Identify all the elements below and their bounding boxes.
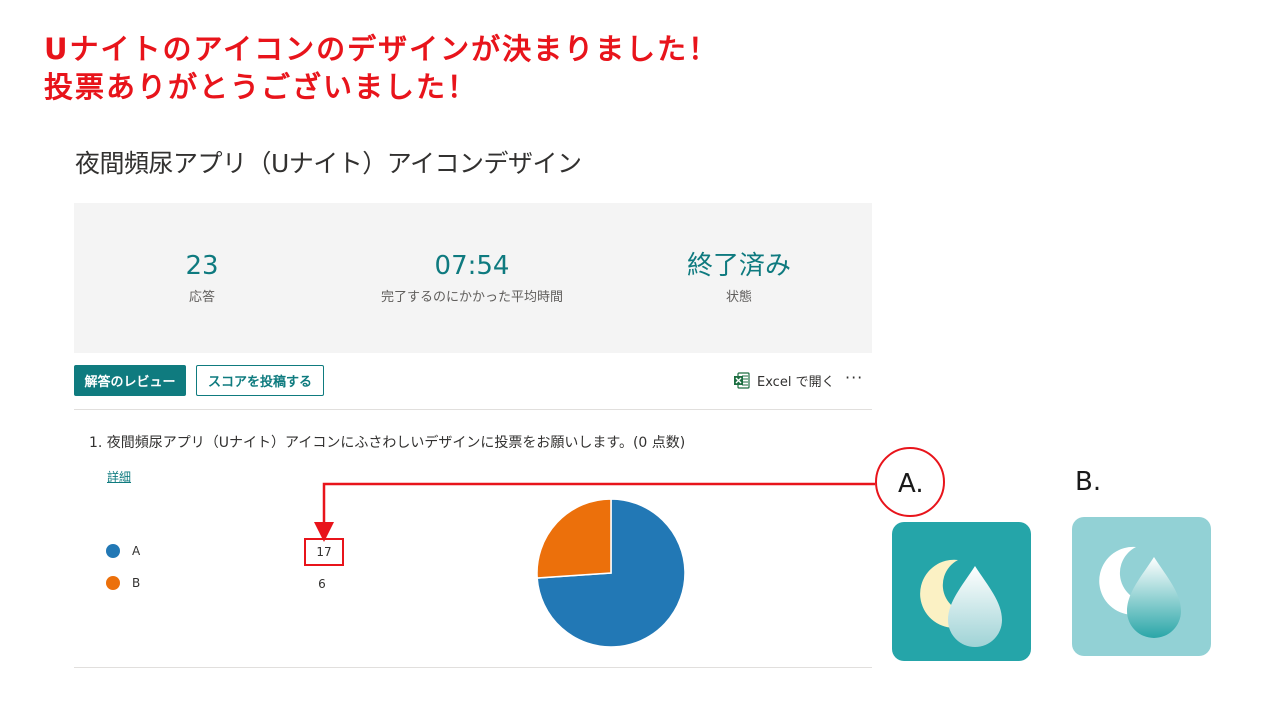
legend-dot-a xyxy=(106,544,120,558)
more-options-icon[interactable]: ··· xyxy=(845,368,863,387)
avg-time-label: 完了するのにかかった平均時間 xyxy=(380,290,563,305)
legend-dot-b xyxy=(106,576,120,590)
status-label: 状態 xyxy=(725,290,752,305)
excel-label: Excel で開く xyxy=(757,375,835,390)
divider-top xyxy=(74,409,872,410)
count-b: 6 xyxy=(318,577,326,591)
legend-label-b: B xyxy=(132,576,141,590)
app-icon-a xyxy=(892,522,1031,661)
divider-bottom xyxy=(74,667,872,668)
summary-panel: 23 応答 07:54 完了するのにかかった平均時間 終了済み 状態 xyxy=(74,203,872,353)
announcement-line-1: Uナイトのアイコンのデザインが決まりました！ xyxy=(44,32,720,66)
excel-icon xyxy=(733,372,750,389)
post-score-button[interactable]: スコアを投稿する xyxy=(196,365,324,396)
option-a-label: A. xyxy=(898,469,924,499)
option-b-label: B. xyxy=(1075,467,1102,497)
pie-slice-b[interactable] xyxy=(536,498,612,579)
page-title: 夜間頻尿アプリ（Uナイト）アイコンデザイン xyxy=(75,149,582,178)
highlight-box xyxy=(304,538,344,566)
status-value: 終了済み xyxy=(686,251,791,281)
question-text: 1. 夜間頻尿アプリ（Uナイト）アイコンにふさわしいデザインに投票をお願いします… xyxy=(89,435,686,451)
moon-drop-icon xyxy=(920,559,1002,647)
announcement: Uナイトのアイコンのデザインが決まりました！ 投票ありがとうございました！ xyxy=(44,30,719,106)
responses-stat: 23 応答 xyxy=(152,248,252,305)
avg-time-value: 07:54 xyxy=(434,251,510,281)
responses-label: 応答 xyxy=(188,290,215,305)
legend-item-b: B xyxy=(106,576,140,590)
details-link[interactable]: 詳細 xyxy=(107,468,131,485)
open-in-excel-button[interactable]: Excel で開く xyxy=(733,371,835,390)
announcement-line-2: 投票ありがとうございました！ xyxy=(44,70,479,104)
avg-time-stat: 07:54 完了するのにかかった平均時間 xyxy=(362,248,582,305)
moon-drop-icon xyxy=(1099,546,1181,638)
responses-count: 23 xyxy=(185,251,219,281)
legend-item-a: A xyxy=(106,544,140,558)
legend-label-a: A xyxy=(132,544,141,558)
pie-chart xyxy=(536,498,686,648)
app-icon-b xyxy=(1072,517,1211,656)
status-stat: 終了済み 状態 xyxy=(664,248,814,305)
review-answers-button[interactable]: 解答のレビュー xyxy=(74,365,186,396)
